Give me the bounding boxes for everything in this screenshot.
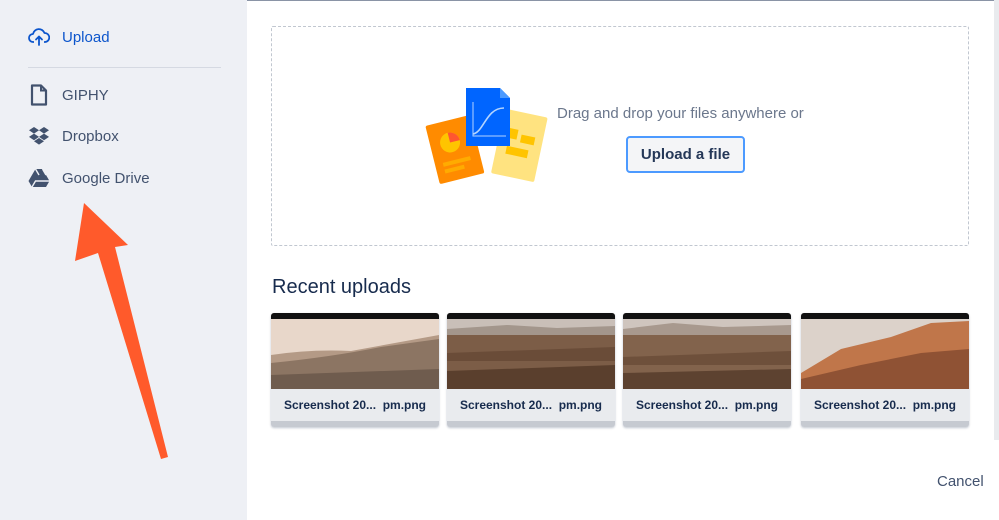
recent-upload-thumbnail bbox=[623, 313, 791, 389]
recent-upload-thumbnail bbox=[271, 313, 439, 389]
sidebar-item-giphy[interactable]: GIPHY bbox=[28, 81, 109, 109]
recent-upload-thumbnail bbox=[447, 313, 615, 389]
sidebar-item-label: GIPHY bbox=[62, 86, 109, 104]
recent-upload-card[interactable]: Screenshot 20... pm.png bbox=[447, 313, 615, 427]
giphy-icon bbox=[28, 84, 50, 106]
sidebar-item-label: Dropbox bbox=[62, 127, 119, 145]
sidebar-item-upload[interactable]: Upload bbox=[28, 23, 110, 51]
sidebar-item-dropbox[interactable]: Dropbox bbox=[28, 122, 119, 150]
sidebar-item-label: Upload bbox=[62, 28, 110, 46]
google-drive-icon bbox=[28, 167, 50, 189]
dropzone-text: Drag and drop your files anywhere or bbox=[557, 105, 804, 122]
recent-upload-caption: Screenshot 20... pm.png bbox=[623, 389, 791, 427]
recent-upload-card[interactable]: Screenshot 20... pm.png bbox=[801, 313, 969, 427]
sidebar-divider bbox=[28, 67, 221, 68]
cancel-button[interactable]: Cancel bbox=[937, 473, 984, 490]
recent-upload-caption: Screenshot 20... pm.png bbox=[271, 389, 439, 427]
dropzone[interactable] bbox=[271, 26, 969, 246]
recent-upload-card[interactable]: Screenshot 20... pm.png bbox=[623, 313, 791, 427]
sidebar-item-label: Google Drive bbox=[62, 169, 150, 187]
cloud-upload-icon bbox=[28, 26, 50, 48]
dropbox-icon bbox=[28, 125, 50, 147]
recent-upload-caption: Screenshot 20... pm.png bbox=[801, 389, 969, 427]
recent-upload-card[interactable]: Screenshot 20... pm.png bbox=[271, 313, 439, 427]
sidebar-item-google-drive[interactable]: Google Drive bbox=[28, 164, 150, 192]
recent-upload-caption: Screenshot 20... pm.png bbox=[447, 389, 615, 427]
documents-illustration bbox=[425, 88, 548, 184]
upload-file-button[interactable]: Upload a file bbox=[626, 136, 745, 173]
recent-uploads-title: Recent uploads bbox=[272, 276, 411, 298]
recent-upload-thumbnail bbox=[801, 313, 969, 389]
annotation-arrow bbox=[75, 203, 168, 459]
scroll-edge bbox=[994, 0, 999, 440]
